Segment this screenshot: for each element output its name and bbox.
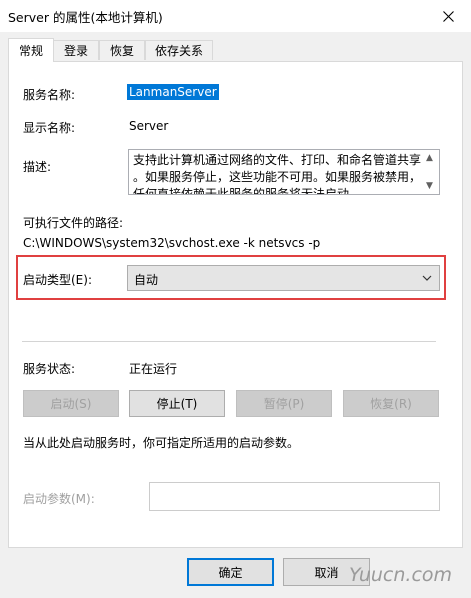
service-status-value: 正在运行 bbox=[129, 362, 178, 376]
display-name-label: 显示名称: bbox=[23, 121, 76, 135]
window-title: Server 的属性(本地计算机) bbox=[8, 10, 163, 25]
separator bbox=[22, 341, 436, 342]
scroll-up-icon[interactable]: ▲ bbox=[426, 153, 433, 163]
startup-type-label: 启动类型(E): bbox=[23, 273, 92, 287]
exe-path-label: 可执行文件的路径: bbox=[23, 216, 124, 230]
start-params-label: 启动参数(M): bbox=[23, 492, 95, 506]
ok-button[interactable]: 确定 bbox=[187, 558, 274, 586]
pause-button[interactable]: 暂停(P) bbox=[236, 390, 332, 417]
service-name-value[interactable]: LanmanServer bbox=[127, 84, 219, 100]
resume-button[interactable]: 恢复(R) bbox=[343, 390, 439, 417]
tab-dependencies[interactable]: 依存关系 bbox=[145, 40, 213, 60]
service-status-label: 服务状态: bbox=[23, 362, 76, 376]
description-textbox[interactable]: 支持此计算机通过网络的文件、打印、和命名管道共享 。如果服务停止，这些功能不可用… bbox=[128, 149, 440, 195]
chevron-down-icon bbox=[422, 275, 432, 281]
tab-recovery[interactable]: 恢复 bbox=[99, 40, 145, 60]
startup-type-value: 自动 bbox=[134, 273, 159, 287]
startup-type-select[interactable]: 自动 bbox=[127, 265, 440, 291]
watermark: Yuucn.com bbox=[348, 564, 453, 586]
close-icon bbox=[443, 10, 454, 22]
exe-path-value: C:\WINDOWS\system32\svchost.exe -k netsv… bbox=[23, 236, 321, 250]
display-name-value: Server bbox=[129, 119, 169, 133]
start-button[interactable]: 启动(S) bbox=[23, 390, 119, 417]
tab-logon[interactable]: 登录 bbox=[53, 40, 99, 60]
service-name-label: 服务名称: bbox=[23, 88, 76, 102]
title-bar: Server 的属性(本地计算机) bbox=[0, 0, 471, 32]
start-params-input[interactable] bbox=[149, 482, 440, 511]
description-scrollbar[interactable]: ▲ ▼ bbox=[422, 150, 439, 194]
description-label: 描述: bbox=[23, 160, 52, 174]
general-tab-panel bbox=[8, 61, 463, 548]
scroll-down-icon[interactable]: ▼ bbox=[426, 181, 433, 191]
stop-button[interactable]: 停止(T) bbox=[129, 390, 225, 417]
description-text: 支持此计算机通过网络的文件、打印、和命名管道共享 。如果服务停止，这些功能不可用… bbox=[133, 153, 422, 195]
tab-general[interactable]: 常规 bbox=[8, 38, 54, 62]
close-button[interactable] bbox=[426, 0, 471, 32]
start-params-hint: 当从此处启动服务时，你可指定所适用的启动参数。 bbox=[23, 436, 300, 450]
